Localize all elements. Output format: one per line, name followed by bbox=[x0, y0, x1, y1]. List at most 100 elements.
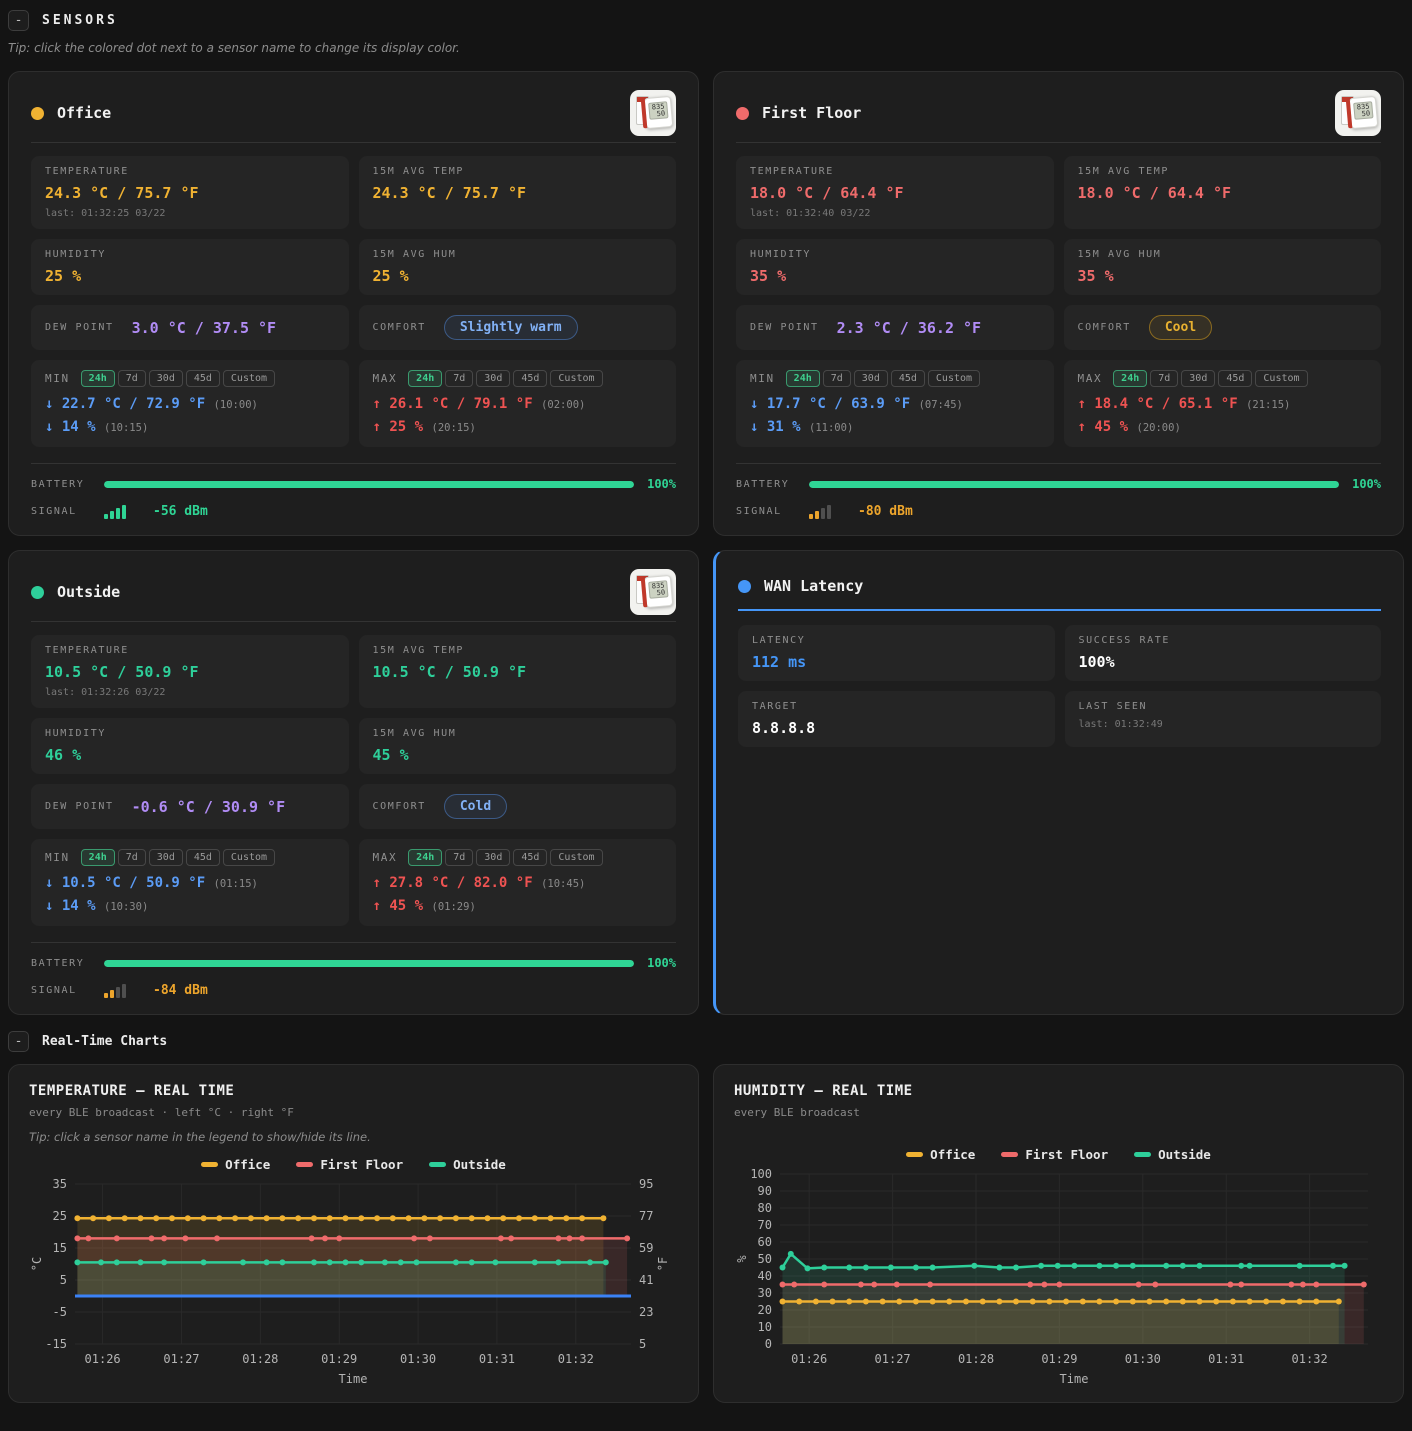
range-tab-30d[interactable]: 30d bbox=[149, 370, 183, 387]
range-tab-45d[interactable]: 45d bbox=[186, 370, 220, 387]
svg-text:01:31: 01:31 bbox=[1208, 1352, 1244, 1366]
signal-row: SIGNAL -56 dBm bbox=[31, 504, 676, 519]
svg-text:°F: °F bbox=[656, 1257, 670, 1271]
avg-temp-label: 15M AVG TEMP bbox=[373, 645, 663, 656]
temperature-last-seen: last: 01:32:26 03/22 bbox=[45, 687, 335, 698]
device-lcd bbox=[648, 580, 668, 599]
comfort-tile: COMFORT Cold bbox=[359, 784, 677, 829]
range-tab-7d[interactable]: 7d bbox=[1150, 370, 1178, 387]
temperature-label: TEMPERATURE bbox=[45, 166, 335, 177]
range-tab-7d[interactable]: 7d bbox=[118, 370, 146, 387]
avg-temp-label: 15M AVG TEMP bbox=[1078, 166, 1368, 177]
min-hum-value: ↓ 14 % bbox=[45, 898, 96, 914]
temperature-tile: TEMPERATURE 24.3 °C / 75.7 °F last: 01:3… bbox=[31, 156, 349, 229]
wan-success-rate-tile: SUCCESS RATE 100% bbox=[1065, 625, 1382, 681]
avg-hum-label: 15M AVG HUM bbox=[373, 728, 663, 739]
range-tab-30d[interactable]: 30d bbox=[1181, 370, 1215, 387]
humidity-chart-title: HUMIDITY — REAL TIME bbox=[734, 1083, 1383, 1099]
humidity-value: 46 % bbox=[45, 746, 335, 764]
sensor-device-image bbox=[1335, 90, 1381, 136]
range-tab-30d[interactable]: 30d bbox=[149, 849, 183, 866]
temperature-chart-legend: Office First Floor Outside bbox=[29, 1157, 678, 1172]
wan-last-seen-value: last: 01:32:49 bbox=[1079, 719, 1368, 730]
wan-success-rate-value: 100% bbox=[1079, 653, 1368, 671]
wan-color-dot[interactable] bbox=[738, 580, 751, 593]
dashboard-page: - SENSORS Tip: click the colored dot nex… bbox=[0, 0, 1412, 1431]
range-tab-45d[interactable]: 45d bbox=[513, 849, 547, 866]
range-tab-24h[interactable]: 24h bbox=[1113, 370, 1147, 387]
battery-row: BATTERY 100% bbox=[31, 956, 676, 970]
battery-row: BATTERY 100% bbox=[31, 477, 676, 491]
svg-text:15: 15 bbox=[53, 1241, 67, 1255]
range-tab-custom[interactable]: Custom bbox=[223, 370, 275, 387]
sensor-device-image bbox=[630, 569, 676, 615]
range-tab-24h[interactable]: 24h bbox=[408, 849, 442, 866]
comfort-tile: COMFORT Slightly warm bbox=[359, 305, 677, 350]
range-tab-30d[interactable]: 30d bbox=[854, 370, 888, 387]
sensor-color-dot[interactable] bbox=[31, 107, 44, 120]
legend-swatch bbox=[1001, 1152, 1018, 1157]
range-tab-45d[interactable]: 45d bbox=[891, 370, 925, 387]
thermometer-device-icon bbox=[644, 96, 674, 129]
legend-item-office[interactable]: Office bbox=[201, 1157, 270, 1172]
range-tab-45d[interactable]: 45d bbox=[513, 370, 547, 387]
legend-item-outside[interactable]: Outside bbox=[429, 1157, 506, 1172]
legend-item-office[interactable]: Office bbox=[906, 1147, 975, 1162]
signal-label: SIGNAL bbox=[31, 985, 91, 996]
battery-bar bbox=[809, 481, 1339, 488]
range-tab-30d[interactable]: 30d bbox=[476, 849, 510, 866]
range-tab-24h[interactable]: 24h bbox=[81, 849, 115, 866]
range-tab-custom[interactable]: Custom bbox=[1255, 370, 1307, 387]
legend-item-outside[interactable]: Outside bbox=[1134, 1147, 1211, 1162]
svg-text:35: 35 bbox=[53, 1177, 67, 1191]
comfort-label: COMFORT bbox=[373, 801, 426, 812]
range-tab-custom[interactable]: Custom bbox=[928, 370, 980, 387]
range-tab-30d[interactable]: 30d bbox=[476, 370, 510, 387]
charts-section-header: - Real-Time Charts bbox=[8, 1031, 1404, 1052]
range-tab-45d[interactable]: 45d bbox=[186, 849, 220, 866]
svg-text:30: 30 bbox=[758, 1286, 772, 1300]
charts-collapse-button[interactable]: - bbox=[8, 1031, 29, 1052]
max-temp-time: (02:00) bbox=[541, 399, 585, 411]
signal-dbm-value: -56 dBm bbox=[153, 504, 208, 519]
range-tab-24h[interactable]: 24h bbox=[408, 370, 442, 387]
range-tab-7d[interactable]: 7d bbox=[118, 849, 146, 866]
range-tab-7d[interactable]: 7d bbox=[445, 849, 473, 866]
svg-text:100: 100 bbox=[750, 1167, 772, 1181]
legend-item-first-floor[interactable]: First Floor bbox=[1001, 1147, 1108, 1162]
comfort-label: COMFORT bbox=[1078, 322, 1131, 333]
min-tile: MIN 24h7d30d45dCustom ↓ 22.7 °C / 72.9 °… bbox=[31, 360, 349, 447]
range-tab-45d[interactable]: 45d bbox=[1218, 370, 1252, 387]
battery-bar bbox=[104, 481, 634, 488]
range-tab-custom[interactable]: Custom bbox=[550, 370, 602, 387]
meter-divider bbox=[31, 463, 676, 464]
wan-card-title: WAN Latency bbox=[764, 577, 863, 595]
sensors-tip-text: Tip: click the colored dot next to a sen… bbox=[8, 41, 1404, 55]
temperature-value: 18.0 °C / 64.4 °F bbox=[750, 184, 1040, 202]
battery-row: BATTERY 100% bbox=[736, 477, 1381, 491]
range-tab-7d[interactable]: 7d bbox=[823, 370, 851, 387]
sensor-name: Outside bbox=[57, 583, 120, 601]
legend-item-first-floor[interactable]: First Floor bbox=[296, 1157, 403, 1172]
range-tab-custom[interactable]: Custom bbox=[550, 849, 602, 866]
svg-text:01:32: 01:32 bbox=[1292, 1352, 1328, 1366]
device-lcd bbox=[1353, 101, 1373, 120]
sensor-name: Office bbox=[57, 104, 111, 122]
max-hum-time: (20:15) bbox=[432, 422, 476, 434]
wan-last-seen-tile: LAST SEEN last: 01:32:49 bbox=[1065, 691, 1382, 747]
avg-temp-value: 18.0 °C / 64.4 °F bbox=[1078, 184, 1368, 202]
temperature-chart-subtitle: every BLE broadcast · left °C · right °F bbox=[29, 1106, 678, 1119]
max-label: MAX bbox=[1078, 372, 1103, 385]
charts-row: TEMPERATURE — REAL TIME every BLE broadc… bbox=[8, 1064, 1404, 1403]
sensor-color-dot[interactable] bbox=[736, 107, 749, 120]
min-range-tabs: 24h7d30d45dCustom bbox=[81, 370, 275, 387]
range-tab-24h[interactable]: 24h bbox=[786, 370, 820, 387]
range-tab-7d[interactable]: 7d bbox=[445, 370, 473, 387]
sensors-collapse-button[interactable]: - bbox=[8, 10, 29, 31]
temperature-chart-tip: Tip: click a sensor name in the legend t… bbox=[29, 1130, 678, 1144]
avg-hum-tile: 15M AVG HUM 35 % bbox=[1064, 239, 1382, 295]
range-tab-24h[interactable]: 24h bbox=[81, 370, 115, 387]
range-tab-custom[interactable]: Custom bbox=[223, 849, 275, 866]
min-label: MIN bbox=[750, 372, 775, 385]
sensor-color-dot[interactable] bbox=[31, 586, 44, 599]
